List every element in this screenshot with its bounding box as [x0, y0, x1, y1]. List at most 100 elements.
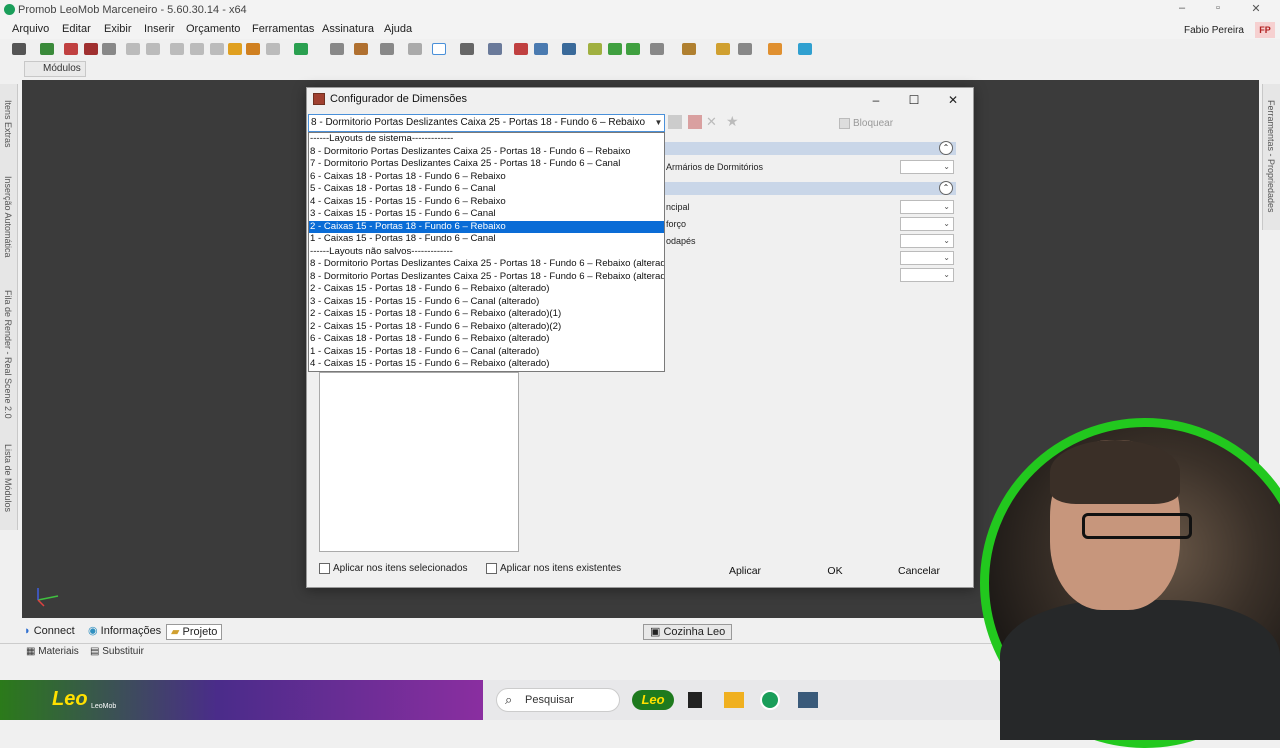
- menu-exibir[interactable]: Exibir: [104, 23, 132, 35]
- layout-option[interactable]: 6 - Caixas 18 - Portas 18 - Fundo 6 – Re…: [309, 171, 664, 184]
- collapse-section-1-icon[interactable]: ⌃: [939, 141, 953, 155]
- dialog-close-icon[interactable]: ✕: [945, 93, 961, 107]
- menu-ajuda[interactable]: Ajuda: [384, 23, 412, 35]
- layout-option[interactable]: 4 - Caixas 15 - Portas 15 - Fundo 6 – Re…: [309, 196, 664, 209]
- layout-option[interactable]: 6 - Caixas 18 - Portas 18 - Fundo 6 – Re…: [309, 333, 664, 346]
- layout-option[interactable]: 3 - Caixas 15 - Portas 15 - Fundo 6 – Ca…: [309, 208, 664, 221]
- layout-option[interactable]: 8 - Dormitorio Portas Deslizantes Caixa …: [309, 258, 664, 271]
- 3d-icon[interactable]: [534, 43, 548, 55]
- dock-insercao-automatica[interactable]: Inserção Automática: [3, 176, 13, 258]
- dock-lista-modulos[interactable]: Lista de Módulos: [3, 444, 13, 512]
- prop-dropdown-1[interactable]: ⌄: [900, 160, 954, 174]
- close-icon[interactable]: ✕: [1246, 2, 1266, 15]
- delete-layout-icon[interactable]: ✕: [706, 114, 717, 130]
- copy-layout-icon[interactable]: [688, 115, 702, 129]
- print-icon[interactable]: [102, 43, 116, 55]
- layout-option[interactable]: 8 - Dormitorio Portas Deslizantes Caixa …: [309, 271, 664, 284]
- prop-dropdown-6[interactable]: ⌄: [900, 268, 954, 282]
- leo-app-icon[interactable]: Leo: [632, 690, 674, 710]
- tab-substituir[interactable]: ▤ Substituir: [90, 646, 144, 657]
- tab-connect[interactable]: ◗ Connect: [24, 624, 75, 640]
- brush-icon[interactable]: [246, 43, 260, 55]
- tab-projeto[interactable]: ▰ Projeto: [166, 624, 223, 640]
- prop-dropdown-2[interactable]: ⌄: [900, 200, 954, 214]
- menu-arquivo[interactable]: Arquivo: [12, 23, 49, 35]
- lock-checkbox[interactable]: [839, 118, 850, 129]
- folder-app-icon[interactable]: [724, 692, 744, 708]
- collapse-section-2-icon[interactable]: ⌃: [939, 181, 953, 195]
- dock-fila-render[interactable]: Fila de Render - Real Scene 2.0: [3, 290, 13, 419]
- app-icon[interactable]: [688, 692, 702, 708]
- cancel-button[interactable]: Cancelar: [888, 562, 950, 580]
- save-layout-icon[interactable]: [668, 115, 682, 129]
- layout-combobox[interactable]: 8 - Dormitorio Portas Deslizantes Caixa …: [308, 114, 665, 132]
- chevron-down-icon[interactable]: ▼: [653, 115, 664, 131]
- layout-option[interactable]: 3 - Caixas 15 - Portas 15 - Fundo 6 – Ca…: [309, 296, 664, 309]
- dock-ferramentas-propriedades[interactable]: Ferramentas - Propriedades: [1266, 100, 1276, 213]
- layout-option[interactable]: ------Layouts não salvos-------------: [309, 246, 664, 259]
- render-icon[interactable]: [64, 43, 78, 55]
- layout-option[interactable]: 8 - Dormitorio Portas Deslizantes Caixa …: [309, 146, 664, 159]
- favorite-star-icon[interactable]: ★: [726, 113, 739, 130]
- settings-icon[interactable]: [738, 43, 752, 55]
- prop-dropdown-3[interactable]: ⌄: [900, 217, 954, 231]
- shape-icon[interactable]: [380, 43, 394, 55]
- user-icon[interactable]: [768, 43, 782, 55]
- menu-orcamento[interactable]: Orçamento: [186, 23, 240, 35]
- promob-app-icon[interactable]: [760, 690, 780, 710]
- dialog-minimize-icon[interactable]: –: [868, 93, 884, 107]
- clear-icon[interactable]: [266, 43, 280, 55]
- paste-icon[interactable]: [210, 43, 224, 55]
- layout-option[interactable]: 1 - Caixas 15 - Portas 18 - Fundo 6 – Ca…: [309, 233, 664, 246]
- layout-icon[interactable]: [330, 43, 344, 55]
- taskbar-search[interactable]: ⌕ Pesquisar: [496, 688, 620, 712]
- tool-icon[interactable]: [716, 43, 730, 55]
- user-avatar[interactable]: FP: [1255, 22, 1275, 38]
- delete-render-icon[interactable]: [84, 43, 98, 55]
- shield-icon[interactable]: [488, 43, 502, 55]
- open-icon[interactable]: [40, 43, 54, 55]
- grid-icon[interactable]: [514, 43, 528, 55]
- layout-option[interactable]: ------Layouts de sistema-------------: [309, 133, 664, 146]
- menu-inserir[interactable]: Inserir: [144, 23, 175, 35]
- apply-existing-checkbox[interactable]: [486, 563, 497, 574]
- layout-option[interactable]: 1 - Caixas 15 - Portas 18 - Fundo 6 – Ca…: [309, 346, 664, 359]
- remote-app-icon[interactable]: [798, 692, 818, 708]
- minimize-icon[interactable]: –: [1172, 2, 1192, 14]
- eye-icon[interactable]: [562, 43, 576, 55]
- save-icon[interactable]: [12, 43, 26, 55]
- layout-option[interactable]: 4 - Caixas 15 - Portas 15 - Fundo 6 – Re…: [309, 358, 664, 371]
- menu-editar[interactable]: Editar: [62, 23, 91, 35]
- layout-dropdown-list[interactable]: ------Layouts de sistema------------- 8 -…: [308, 132, 665, 372]
- arrow-right-icon[interactable]: [626, 43, 640, 55]
- layout-option[interactable]: 5 - Caixas 18 - Portas 18 - Fundo 6 – Ca…: [309, 183, 664, 196]
- pointer-icon[interactable]: [432, 43, 446, 55]
- tab-informacoes[interactable]: ◉ Informações: [88, 624, 161, 640]
- cut-icon[interactable]: [170, 43, 184, 55]
- cube-icon[interactable]: [588, 43, 602, 55]
- layout-option[interactable]: 2 - Caixas 15 - Portas 18 - Fundo 6 – Re…: [309, 321, 664, 334]
- window-icon[interactable]: [650, 43, 664, 55]
- divider-icon[interactable]: [408, 43, 422, 55]
- sync-icon[interactable]: [294, 43, 308, 55]
- module-icon[interactable]: [354, 43, 368, 55]
- arrow-left-icon[interactable]: [608, 43, 622, 55]
- copy-icon[interactable]: [190, 43, 204, 55]
- maximize-icon[interactable]: ▫: [1208, 2, 1228, 14]
- redo-icon[interactable]: [146, 43, 160, 55]
- wand-icon[interactable]: [228, 43, 242, 55]
- chat-icon[interactable]: [798, 43, 812, 55]
- module-list-panel[interactable]: [319, 372, 519, 552]
- layout-option[interactable]: 2 - Caixas 15 - Portas 18 - Fundo 6 – Re…: [309, 220, 664, 233]
- user-name[interactable]: Fabio Pereira: [1184, 25, 1244, 36]
- prop-dropdown-5[interactable]: ⌄: [900, 251, 954, 265]
- undo-icon[interactable]: [126, 43, 140, 55]
- apply-button[interactable]: Aplicar: [716, 562, 774, 580]
- ok-button[interactable]: OK: [806, 562, 864, 580]
- tab-cozinha-leo[interactable]: ▣ Cozinha Leo: [643, 624, 733, 640]
- layout-option[interactable]: 7 - Dormitorio Portas Deslizantes Caixa …: [309, 158, 664, 171]
- menu-assinatura[interactable]: Assinatura: [322, 23, 374, 35]
- layout-option[interactable]: 2 - Caixas 15 - Portas 18 - Fundo 6 – Re…: [309, 308, 664, 321]
- prop-dropdown-4[interactable]: ⌄: [900, 234, 954, 248]
- package-icon[interactable]: [682, 43, 696, 55]
